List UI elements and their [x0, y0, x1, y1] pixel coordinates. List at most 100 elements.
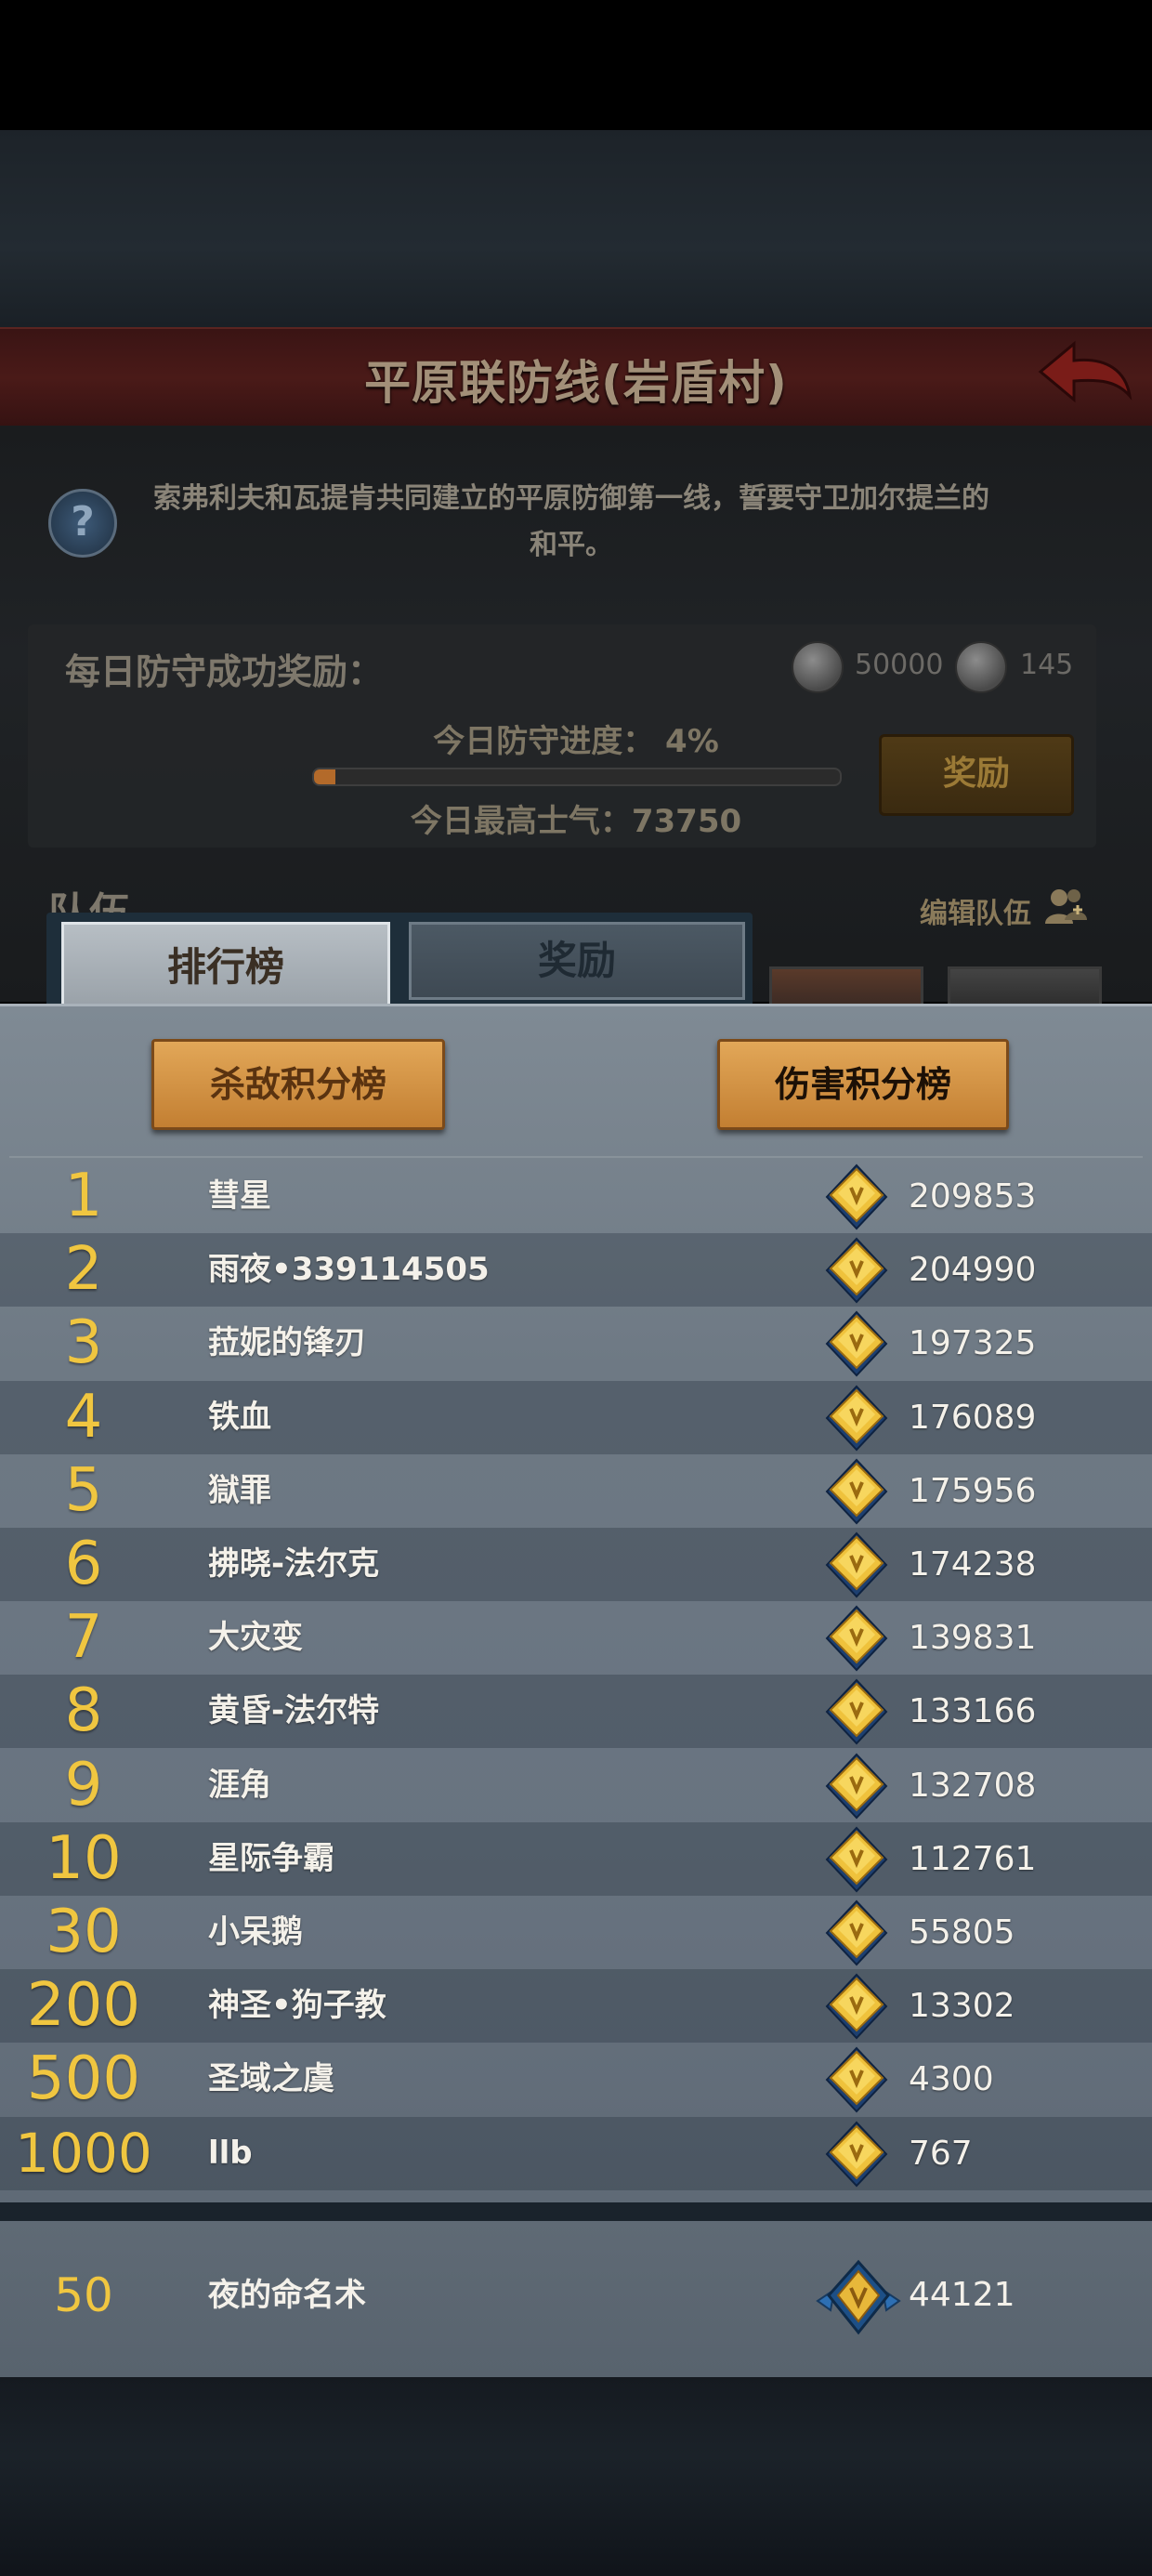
row-rank: 200	[26, 1971, 141, 2041]
rank-medal-icon	[816, 2259, 901, 2335]
row-rank: 500	[26, 2044, 141, 2114]
gold-medal-icon	[825, 1237, 888, 1304]
leaderboard-row[interactable]: 10 星际争霸 112761	[0, 1821, 1152, 1896]
row-rank: 10	[46, 1823, 122, 1893]
row-rank: 3	[64, 1308, 103, 1378]
tab-reward[interactable]: 奖励	[409, 922, 745, 1000]
row-rank: 1	[64, 1162, 103, 1230]
row-player-name: 彗星	[208, 1177, 271, 1215]
row-score: 4300	[909, 2060, 994, 2099]
zone-description: 索弗利夫和瓦提肯共同建立的平原防御第一线，誓要守卫加尔提兰的 和平。	[135, 476, 1008, 569]
row-player-name: 圣域之虞	[208, 2060, 334, 2098]
gold-medal-icon	[825, 1753, 888, 1820]
row-score: 767	[909, 2134, 973, 2173]
row-player-name: 拂晓-法尔克	[208, 1545, 380, 1583]
leaderboard-row[interactable]: 200 神圣•狗子教 13302	[0, 1969, 1152, 2044]
defense-progress-bar	[312, 768, 842, 786]
row-rank: 8	[64, 1676, 103, 1746]
leaderboard-row[interactable]: 3 菈妮的锋刃 197325	[0, 1307, 1152, 1380]
top-scene-backdrop	[0, 130, 1152, 327]
gold-medal-icon	[825, 1826, 888, 1893]
leaderboard-row[interactable]: 7 大灾变 139831	[0, 1601, 1152, 1675]
defense-progress-fill	[314, 769, 335, 784]
leaderboard-row[interactable]: 8 黄昏-法尔特 133166	[0, 1675, 1152, 1749]
row-score: 175956	[909, 1471, 1037, 1510]
row-score: 204990	[909, 1251, 1037, 1290]
team-hero-thumbnail[interactable]	[948, 966, 1102, 1006]
row-player-name: 铁血	[208, 1398, 271, 1436]
row-rank: 30	[46, 1898, 122, 1966]
row-player-name: 獄罪	[208, 1471, 271, 1509]
leaderboard-row[interactable]: 4 铁血 176089	[0, 1380, 1152, 1454]
silver-amount: 50000	[855, 649, 944, 681]
row-player-name: 涯角	[208, 1766, 271, 1804]
row-player-name: 神圣•狗子教	[208, 1987, 386, 2025]
gold-medal-icon	[825, 1458, 888, 1525]
row-player-name: 雨夜•339114505	[208, 1251, 490, 1289]
team-icon[interactable]	[1042, 883, 1089, 929]
row-score: 133166	[909, 1692, 1037, 1731]
leaderboard-row[interactable]: 30 小呆鹅 55805	[0, 1896, 1152, 1969]
stone-icon	[955, 641, 1007, 693]
gold-medal-icon	[825, 1310, 888, 1377]
question-icon[interactable]: ?	[48, 489, 117, 558]
row-rank: 2	[64, 1235, 103, 1305]
row-score: 13302	[909, 1987, 1015, 2026]
row-score: 174238	[909, 1545, 1037, 1584]
leaderboard-row[interactable]: 1000 llb 767	[0, 2116, 1152, 2190]
row-rank: 5	[64, 1455, 103, 1525]
row-player-name: 大灾变	[208, 1619, 303, 1657]
gold-medal-icon	[825, 2046, 888, 2113]
my-rank: 50	[54, 2268, 113, 2322]
row-score: 197325	[909, 1324, 1037, 1363]
row-rank: 4	[64, 1382, 103, 1452]
silver-coin-icon	[792, 641, 844, 693]
gold-medal-icon	[825, 1605, 888, 1672]
leaderboard-row[interactable]: 500 圣域之虞 4300	[0, 2043, 1152, 2116]
row-score: 132708	[909, 1766, 1037, 1805]
leaderboard-row[interactable]: 2 雨夜•339114505 204990	[0, 1233, 1152, 1308]
edit-team-button[interactable]: 编辑队伍	[920, 890, 1031, 931]
gold-medal-icon	[825, 1385, 888, 1452]
leaderboard-row[interactable]: 5 獄罪 175956	[0, 1454, 1152, 1528]
defense-progress-text: 今日防守进度： 4%	[433, 723, 719, 760]
gold-medal-icon	[825, 1531, 888, 1598]
gold-medal-icon	[825, 1973, 888, 2040]
kill-score-board-button[interactable]: 杀敌积分榜	[151, 1039, 445, 1130]
divider	[0, 2202, 1152, 2221]
bottom-backdrop	[0, 2377, 1152, 2576]
row-score: 112761	[909, 1839, 1037, 1878]
gold-medal-icon	[825, 2121, 888, 2188]
row-player-name: 菈妮的锋刃	[208, 1324, 366, 1362]
stone-amount: 145	[1020, 649, 1074, 681]
my-name: 夜的命名术	[208, 2277, 366, 2314]
leaderboard-row[interactable]: 6 拂晓-法尔克 174238	[0, 1528, 1152, 1601]
gold-medal-icon	[825, 1899, 888, 1966]
team-hero-thumbnail[interactable]	[769, 966, 923, 1006]
row-player-name: llb	[208, 2134, 253, 2172]
daily-reward-label: 每日防守成功奖励：	[65, 651, 384, 692]
description-line-1: 索弗利夫和瓦提肯共同建立的平原防御第一线，誓要守卫加尔提兰的	[153, 482, 989, 515]
row-rank: 6	[64, 1530, 103, 1598]
my-score: 44121	[909, 2276, 1015, 2314]
damage-score-board-button[interactable]: 伤害积分榜	[717, 1039, 1009, 1130]
description-line-2: 和平。	[530, 529, 613, 561]
gold-medal-icon	[825, 1163, 888, 1230]
row-score: 176089	[909, 1398, 1037, 1437]
leaderboard-row[interactable]: 9 涯角 132708	[0, 1749, 1152, 1822]
row-rank: 1000	[15, 2121, 152, 2185]
row-rank: 9	[64, 1750, 103, 1820]
max-morale-text: 今日最高士气：73750	[410, 803, 742, 840]
row-score: 55805	[909, 1913, 1015, 1952]
divider	[9, 1156, 1143, 1158]
leaderboard-row[interactable]: 1 彗星 209853	[0, 1160, 1152, 1233]
row-player-name: 星际争霸	[208, 1839, 334, 1877]
back-arrow-icon[interactable]	[1033, 335, 1135, 409]
gold-medal-icon	[825, 1678, 888, 1745]
row-rank: 7	[64, 1603, 103, 1673]
claim-reward-button[interactable]: 奖励	[879, 734, 1074, 816]
row-score: 209853	[909, 1177, 1037, 1216]
row-player-name: 小呆鹅	[208, 1913, 303, 1951]
tab-ranking[interactable]: 排行榜	[61, 922, 390, 1010]
row-player-name: 黄昏-法尔特	[208, 1692, 380, 1730]
